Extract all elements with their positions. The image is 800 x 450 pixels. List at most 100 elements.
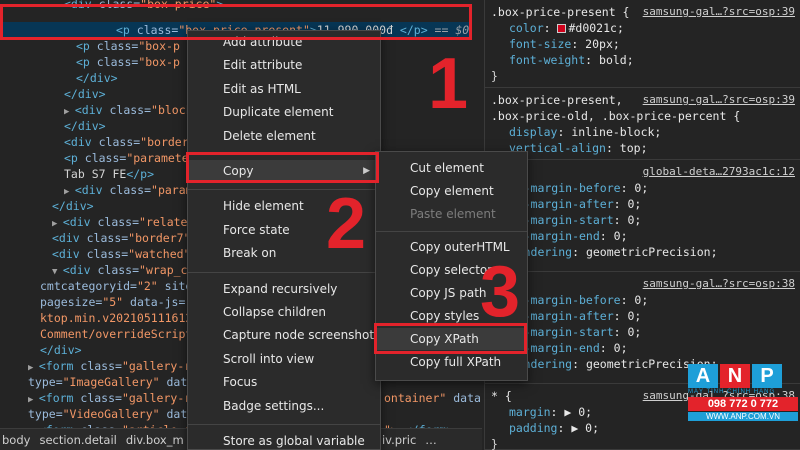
menu-item-delete-element[interactable]: Delete element bbox=[188, 125, 380, 147]
stylesheet-link[interactable]: samsung-gal…?src=osp:39 bbox=[643, 92, 795, 108]
css-property-value[interactable]: 0; bbox=[614, 229, 628, 243]
css-property-value[interactable]: 0; bbox=[627, 213, 641, 227]
css-property-value[interactable]: 0; bbox=[627, 325, 641, 339]
dom-node-line[interactable]: </div> bbox=[40, 342, 82, 358]
css-property-value[interactable]: 0; bbox=[627, 197, 641, 211]
css-colon: : bbox=[613, 213, 628, 227]
stylesheet-link[interactable]: global-deta…2793ac1c:12 bbox=[643, 164, 795, 180]
css-property-value[interactable]: 0; bbox=[634, 181, 648, 195]
css-selector[interactable]: .box-price-old, .box-price-percent { bbox=[491, 109, 740, 123]
dom-node-line[interactable]: type="VideoGallery" data-l bbox=[28, 406, 208, 422]
css-property-name[interactable]: font-weight bbox=[509, 53, 585, 67]
css-colon: : bbox=[557, 125, 572, 139]
dom-node-line[interactable]: Tab S7 FE</p> bbox=[64, 166, 154, 182]
menu-item-store-as-global-variable[interactable]: Store as global variable bbox=[188, 430, 380, 450]
css-property-value[interactable]: inline-block; bbox=[571, 125, 661, 139]
css-colon: : bbox=[572, 357, 586, 371]
css-property-value[interactable]: ▶ 0; bbox=[564, 405, 592, 419]
css-property-value[interactable]: 0; bbox=[634, 293, 648, 307]
dom-node-line[interactable]: <div class="watched"> bbox=[52, 246, 197, 262]
dom-token: </p> bbox=[126, 167, 155, 181]
dom-token: class= bbox=[86, 247, 129, 261]
menu-item-badge-settings[interactable]: Badge settings... bbox=[188, 395, 380, 417]
dom-node-line[interactable]: ▶ <form class="gallery-rat bbox=[28, 390, 205, 406]
dom-node-line[interactable]: </div> bbox=[64, 118, 106, 134]
css-property-name[interactable]: font-size bbox=[509, 37, 571, 51]
css-property[interactable]: vertical-align: top; bbox=[509, 140, 648, 156]
css-selector[interactable]: .box-price-present, bbox=[491, 93, 623, 107]
css-selector[interactable]: .box-price-present { bbox=[491, 5, 629, 19]
css-property[interactable]: font-weight: bold; bbox=[509, 52, 634, 68]
dom-node-line[interactable]: ▶ <div class="block b bbox=[64, 102, 206, 118]
collapse-triangle-icon[interactable]: ▶ bbox=[52, 219, 63, 229]
dom-node-line[interactable]: <div class="border7"> bbox=[52, 230, 197, 246]
css-property-name[interactable]: color bbox=[509, 21, 544, 35]
collapse-triangle-icon[interactable]: ▶ bbox=[28, 395, 39, 405]
menu-item-capture-node-screenshot[interactable]: Capture node screenshot bbox=[188, 324, 380, 346]
css-property-value[interactable]: ▶ 0; bbox=[571, 421, 599, 435]
stylesheet-link[interactable]: samsung-gal…?src=osp:39 bbox=[643, 4, 795, 20]
css-property-name[interactable]: padding bbox=[509, 421, 557, 435]
dom-node-line[interactable]: pagesize="5" data-js="ht bbox=[40, 294, 206, 310]
css-rule-close: } bbox=[491, 437, 498, 450]
css-selector[interactable]: * { bbox=[491, 389, 512, 403]
breadcrumb-item[interactable]: section.detail bbox=[39, 433, 125, 447]
css-property-value[interactable]: 0; bbox=[627, 309, 641, 323]
css-property-name[interactable]: display bbox=[509, 125, 557, 139]
dom-token: pagesize= bbox=[40, 295, 103, 309]
dom-token: <div bbox=[74, 183, 110, 197]
dom-node-line[interactable]: type="ImageGallery" data-l bbox=[28, 374, 208, 390]
css-property[interactable]: display: inline-block; bbox=[509, 124, 661, 140]
menu-item-copy-element[interactable]: Copy element bbox=[376, 180, 527, 202]
menu-item-duplicate-element[interactable]: Duplicate element bbox=[188, 101, 380, 123]
menu-item-expand-recursively[interactable]: Expand recursively bbox=[188, 278, 380, 300]
logo-letter-p: P bbox=[752, 364, 782, 388]
css-property[interactable]: padding: ▶ 0; bbox=[509, 420, 599, 436]
css-property-value[interactable]: geometricPrecision; bbox=[586, 245, 718, 259]
menu-item-copy-full-xpath[interactable]: Copy full XPath bbox=[376, 351, 527, 373]
menu-item-cut-element[interactable]: Cut element bbox=[376, 157, 527, 179]
dom-node-line[interactable]: <p class="box-p bbox=[76, 54, 180, 70]
breadcrumb-item[interactable]: … bbox=[425, 433, 446, 447]
dom-token: <form bbox=[38, 391, 81, 405]
css-property[interactable]: color: #d0021c; bbox=[509, 20, 624, 36]
dom-node-line[interactable]: </div> bbox=[52, 198, 94, 214]
dom-token: class= bbox=[109, 103, 152, 117]
stylesheet-link[interactable]: samsung-gal…?src=osp:38 bbox=[643, 276, 795, 292]
menu-item-edit-as-html[interactable]: Edit as HTML bbox=[188, 78, 380, 100]
collapse-triangle-icon[interactable]: ▶ bbox=[64, 187, 75, 197]
breadcrumb-item[interactable]: div.pric bbox=[375, 433, 426, 447]
css-property[interactable]: font-size: 20px; bbox=[509, 36, 620, 52]
dom-token: </div> bbox=[76, 71, 118, 85]
dom-node-line[interactable]: </div> bbox=[76, 70, 118, 86]
menu-item-collapse-children[interactable]: Collapse children bbox=[188, 301, 380, 323]
color-swatch-icon[interactable] bbox=[557, 24, 567, 33]
collapse-triangle-icon[interactable]: ▶ bbox=[28, 363, 39, 373]
dom-node-line[interactable]: </div> bbox=[64, 86, 106, 102]
css-property-value[interactable]: top; bbox=[620, 141, 648, 155]
dom-node-line[interactable]: <p class="box-p bbox=[76, 38, 180, 54]
css-property-value[interactable]: 20px; bbox=[585, 37, 620, 51]
menu-item-focus[interactable]: Focus bbox=[188, 371, 380, 393]
expand-triangle-icon[interactable]: ▼ bbox=[52, 267, 63, 277]
css-property[interactable]: margin: ▶ 0; bbox=[509, 404, 592, 420]
menu-item-edit-attribute[interactable]: Edit attribute bbox=[188, 54, 380, 76]
dom-node-line[interactable]: cmtcategoryid="2" siteid bbox=[40, 278, 206, 294]
step-number-3: 3 bbox=[480, 252, 521, 332]
css-property-value[interactable]: 0; bbox=[614, 341, 628, 355]
dom-token: <p bbox=[76, 39, 97, 53]
css-property-value[interactable]: bold; bbox=[599, 53, 634, 67]
dom-token: <p bbox=[64, 151, 85, 165]
css-colon: : bbox=[571, 37, 586, 51]
dom-node-line[interactable]: <p class="parameter_ bbox=[64, 150, 203, 166]
dom-node-line[interactable]: ktop.min.v202105111612.j bbox=[40, 310, 206, 326]
collapse-triangle-icon[interactable]: ▶ bbox=[64, 107, 75, 117]
logo-letter-n: N bbox=[720, 364, 750, 388]
breadcrumb-item[interactable]: body bbox=[0, 433, 39, 447]
dom-node-line[interactable]: ▶ <form class="gallery-rat bbox=[28, 358, 205, 374]
menu-item-scroll-into-view[interactable]: Scroll into view bbox=[188, 348, 380, 370]
breadcrumb-item[interactable]: div.box_m bbox=[126, 433, 193, 447]
dom-node-line[interactable]: Comment/overrideScript.m bbox=[40, 326, 206, 342]
css-property-name[interactable]: margin bbox=[509, 405, 551, 419]
css-property-value[interactable]: #d0021c; bbox=[568, 21, 623, 35]
